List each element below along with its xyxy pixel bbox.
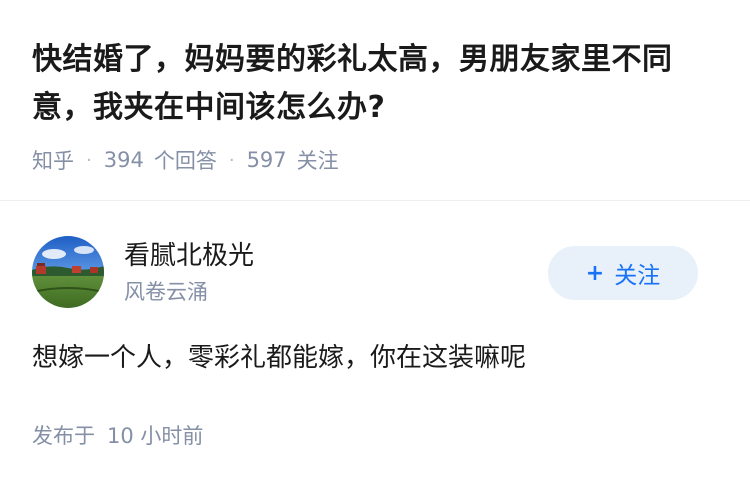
answer-content[interactable]: 想嫁一个人，零彩礼都能嫁，你在这装嘛呢 bbox=[32, 338, 526, 378]
avatar-landscape-photo-icon bbox=[32, 236, 104, 308]
question-title[interactable]: 快结婚了，妈妈要的彩礼太高，男朋友家里不同意，我夹在中间该怎么办? bbox=[32, 36, 722, 132]
author-card: 看腻北极光 风卷云涌 + 关注 bbox=[32, 236, 722, 308]
answer-count-label[interactable]: 个回答 bbox=[154, 145, 217, 175]
follow-button-label: 关注 bbox=[614, 263, 661, 289]
section-divider bbox=[0, 200, 750, 201]
published-label: 发布于 bbox=[32, 424, 95, 448]
publish-info: 发布于 10 小时前 bbox=[32, 420, 203, 452]
answer-count[interactable]: 394 bbox=[104, 148, 144, 172]
published-time: 10 小时前 bbox=[107, 424, 204, 448]
follower-count-label[interactable]: 关注 bbox=[297, 145, 339, 175]
source-label[interactable]: 知乎 bbox=[32, 145, 74, 175]
follow-button[interactable]: + 关注 bbox=[548, 246, 698, 300]
plus-icon: + bbox=[585, 260, 605, 286]
question-meta: 知乎 · 394 个回答 · 597 关注 bbox=[32, 144, 339, 176]
author-name[interactable]: 看腻北极光 bbox=[124, 238, 254, 274]
avatar[interactable] bbox=[32, 236, 104, 308]
separator-dot: · bbox=[86, 149, 92, 171]
separator-dot: · bbox=[228, 149, 235, 171]
follower-count[interactable]: 597 bbox=[247, 148, 287, 172]
author-signature: 风卷云涌 bbox=[124, 280, 208, 304]
question-header: 快结婚了，妈妈要的彩礼太高，男朋友家里不同意，我夹在中间该怎么办? 知乎 · 3… bbox=[0, 0, 750, 200]
